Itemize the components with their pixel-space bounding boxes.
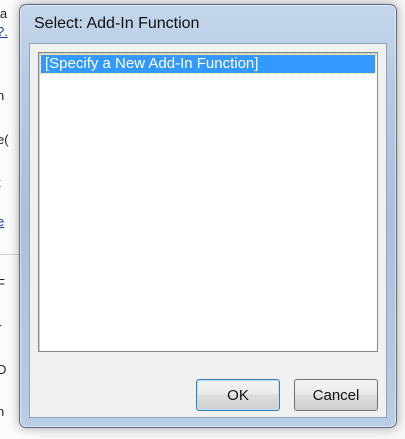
bg-text-fragment: t: [0, 175, 1, 190]
add-in-function-listbox[interactable]: [Specify a New Add-In Function]: [38, 52, 378, 352]
bg-text-fragment: r: [0, 320, 1, 335]
dialog-client-area: [Specify a New Add-In Function] OK Cance…: [29, 43, 387, 418]
dialog-titlebar[interactable]: Select: Add-In Function: [20, 5, 396, 43]
list-item-specify-new-add-in-function[interactable]: [Specify a New Add-In Function]: [40, 54, 376, 74]
bg-text-fragment: F: [0, 276, 5, 291]
bg-link-fragment: e: [0, 214, 5, 229]
bg-text-fragment: e(: [0, 132, 9, 147]
ok-button[interactable]: OK: [196, 379, 280, 411]
bg-text-fragment: D: [0, 362, 7, 377]
select-add-in-function-dialog: Select: Add-In Function [Specify a New A…: [19, 4, 397, 428]
screen: la ?. n e( t e F r D n Select: Add-In Fu…: [0, 0, 405, 439]
cancel-button[interactable]: Cancel: [294, 379, 378, 411]
bg-text-fragment: n: [0, 88, 5, 103]
dialog-title: Select: Add-In Function: [34, 15, 200, 32]
bg-link-fragment: ?.: [0, 24, 8, 39]
bg-text-fragment: la: [0, 6, 8, 21]
dialog-button-row: OK Cancel: [196, 379, 378, 411]
bg-text-fragment: n: [0, 404, 5, 419]
